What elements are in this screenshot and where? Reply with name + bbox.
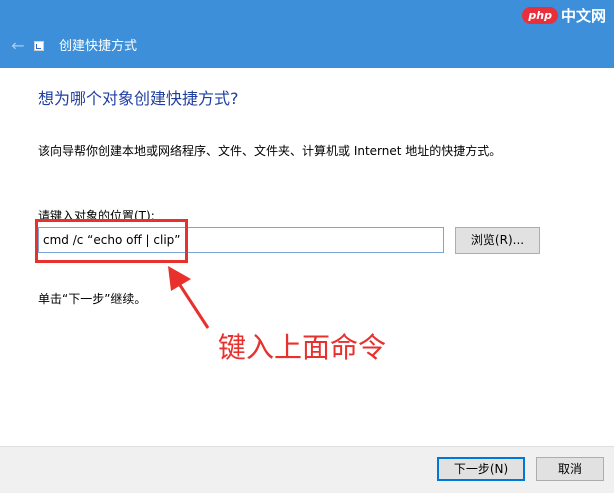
annotation-text: 键入上面命令 — [218, 331, 387, 364]
window-title: 创建快捷方式 — [59, 39, 138, 54]
cancel-button[interactable]: 取消 — [536, 457, 604, 481]
watermark: php 中文网 — [522, 4, 606, 26]
page-heading: 想为哪个对象创建快捷方式? — [38, 89, 239, 108]
continue-hint: 单击“下一步”继续。 — [38, 292, 147, 306]
title-bar: ← 创建快捷方式 php 中文网 — [0, 0, 614, 68]
shortcut-icon — [34, 41, 44, 51]
watermark-text: 中文网 — [560, 6, 606, 25]
back-arrow-icon[interactable]: ← — [8, 38, 28, 54]
browse-button[interactable]: 浏览(R)... — [455, 227, 540, 254]
next-button[interactable]: 下一步(N) — [437, 457, 525, 481]
watermark-logo: php — [522, 6, 558, 24]
wizard-description: 该向导帮你创建本地或网络程序、文件、文件夹、计算机或 Internet 地址的快… — [38, 144, 502, 158]
highlight-box — [35, 219, 188, 263]
